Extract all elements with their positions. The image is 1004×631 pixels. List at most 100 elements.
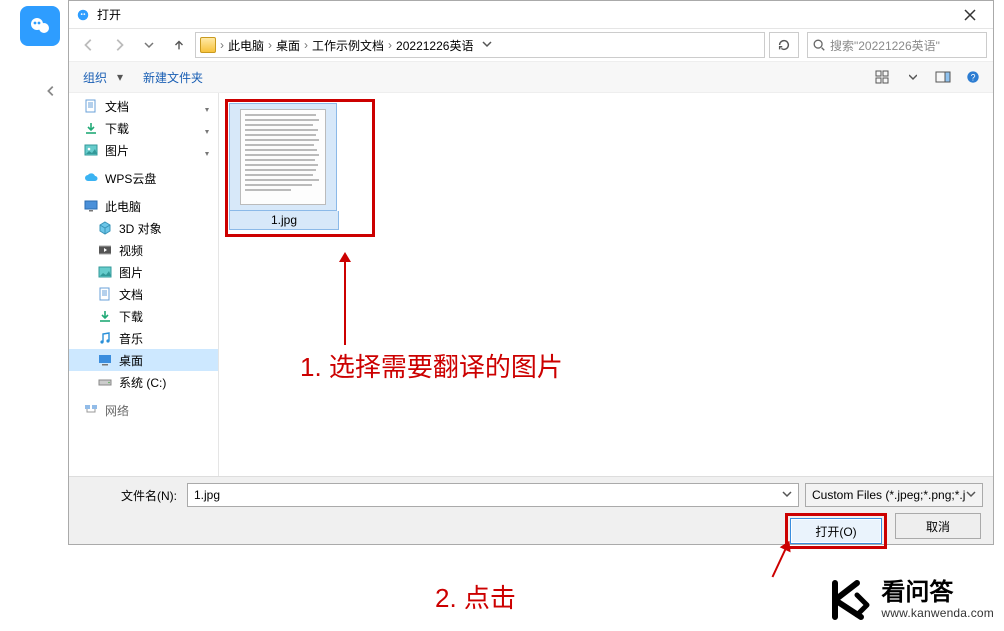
dialog-icon xyxy=(75,7,91,23)
annotation-highlight-open: 打开(O) xyxy=(785,513,887,549)
pictures-icon xyxy=(97,264,113,280)
download-icon xyxy=(83,120,99,136)
open-file-dialog: 打开 › 此电脑 › 桌面 › 工作示例文档 › 20221226英语 搜 xyxy=(68,0,994,545)
tree-item-music[interactable]: 音乐 xyxy=(69,327,218,349)
cloud-icon xyxy=(83,170,99,186)
breadcrumb-bar[interactable]: › 此电脑 › 桌面 › 工作示例文档 › 20221226英语 xyxy=(195,32,765,58)
preview-pane-button[interactable] xyxy=(929,65,957,89)
app-logo xyxy=(20,6,60,46)
tree-item-network[interactable]: 网络 xyxy=(69,399,218,421)
search-input[interactable]: 搜索"20221226英语" xyxy=(807,32,987,58)
pin-icon xyxy=(202,101,212,111)
new-folder-button[interactable]: 新建文件夹 xyxy=(135,65,211,90)
filename-label: 文件名(N): xyxy=(79,487,181,504)
dialog-toolbar: 组织 ▾ 新建文件夹 ? xyxy=(69,61,993,93)
tree-label: 文档 xyxy=(105,98,129,115)
nav-back-button[interactable] xyxy=(75,32,103,58)
tree-label: 网络 xyxy=(105,402,129,419)
chevron-down-icon xyxy=(966,488,976,502)
tree-item-documents-2[interactable]: 文档 xyxy=(69,283,218,305)
svg-text:?: ? xyxy=(971,73,976,83)
file-name-label: 1.jpg xyxy=(229,211,339,230)
breadcrumb-segment[interactable]: 20221226英语 xyxy=(396,37,473,54)
tree-item-pictures-2[interactable]: 图片 xyxy=(69,261,218,283)
nav-recent-dropdown[interactable] xyxy=(135,32,163,58)
tree-label: 图片 xyxy=(119,264,143,281)
download-icon xyxy=(97,308,113,324)
watermark-name-en: www.kanwenda.com xyxy=(881,607,994,620)
nav-up-button[interactable] xyxy=(165,32,193,58)
video-icon xyxy=(97,242,113,258)
annotation-step2: 2. 点击 xyxy=(435,578,516,615)
document-icon xyxy=(97,286,113,302)
filename-input[interactable]: 1.jpg xyxy=(187,483,799,507)
view-mode-button[interactable] xyxy=(869,65,897,89)
pin-icon xyxy=(202,123,212,133)
tree-item-this-pc[interactable]: 此电脑 xyxy=(69,195,218,217)
navigation-tree[interactable]: 文档 下载 图片 WPS云盘 此电脑 xyxy=(69,93,219,476)
document-icon xyxy=(83,98,99,114)
dialog-bottom-panel: 文件名(N): 1.jpg Custom Files (*.jpeg;*.png… xyxy=(69,476,993,544)
drive-icon xyxy=(97,374,113,390)
breadcrumb-dropdown[interactable] xyxy=(477,38,497,52)
tree-item-wps-cloud[interactable]: WPS云盘 xyxy=(69,167,218,189)
tree-item-pictures[interactable]: 图片 xyxy=(69,139,218,161)
tree-item-videos[interactable]: 视频 xyxy=(69,239,218,261)
chevron-right-icon: › xyxy=(220,38,224,52)
tree-label: 此电脑 xyxy=(105,198,141,215)
tree-item-desktop[interactable]: 桌面 xyxy=(69,349,218,371)
tree-label: 下载 xyxy=(119,308,143,325)
view-mode-dropdown[interactable] xyxy=(899,65,927,89)
breadcrumb-segment[interactable]: 桌面 xyxy=(276,37,300,54)
tree-label: 图片 xyxy=(105,142,129,159)
close-button[interactable] xyxy=(953,3,987,27)
tree-item-3d-objects[interactable]: 3D 对象 xyxy=(69,217,218,239)
refresh-button[interactable] xyxy=(769,32,799,58)
tree-label: 音乐 xyxy=(119,330,143,347)
help-button[interactable]: ? xyxy=(959,65,987,89)
file-thumbnail xyxy=(229,103,337,211)
address-row: › 此电脑 › 桌面 › 工作示例文档 › 20221226英语 搜索"2022… xyxy=(69,29,993,61)
tree-label: 文档 xyxy=(119,286,143,303)
dialog-titlebar: 打开 xyxy=(69,1,993,29)
tree-label: 下载 xyxy=(105,120,129,137)
pin-icon xyxy=(202,145,212,155)
tree-label: 3D 对象 xyxy=(119,220,162,237)
filter-text: Custom Files (*.jpeg;*.png;*.j xyxy=(812,488,965,502)
nav-forward-button[interactable] xyxy=(105,32,133,58)
tree-item-downloads[interactable]: 下载 xyxy=(69,117,218,139)
watermark-name-cn: 看问答 xyxy=(881,580,994,606)
pictures-icon xyxy=(83,142,99,158)
network-icon xyxy=(83,402,99,418)
annotation-arrow-2 xyxy=(772,548,787,578)
cancel-button[interactable]: 取消 xyxy=(895,513,981,539)
filename-value: 1.jpg xyxy=(194,488,220,502)
tree-item-documents[interactable]: 文档 xyxy=(69,95,218,117)
chevron-right-icon: › xyxy=(268,38,272,52)
tree-label: 系统 (C:) xyxy=(119,374,166,391)
tree-item-downloads-2[interactable]: 下载 xyxy=(69,305,218,327)
cube-icon xyxy=(97,220,113,236)
breadcrumb-segment[interactable]: 工作示例文档 xyxy=(312,37,384,54)
dialog-title: 打开 xyxy=(97,6,121,23)
pc-icon xyxy=(83,198,99,214)
watermark-logo-icon xyxy=(827,577,873,623)
organize-menu[interactable]: 组织 xyxy=(75,65,115,90)
folder-icon xyxy=(200,37,216,53)
breadcrumb-segment[interactable]: 此电脑 xyxy=(228,37,264,54)
tree-label: 桌面 xyxy=(119,352,143,369)
chevron-right-icon: › xyxy=(304,38,308,52)
tree-label: WPS云盘 xyxy=(105,170,156,187)
music-icon xyxy=(97,330,113,346)
watermark: 看问答 www.kanwenda.com xyxy=(827,577,994,623)
open-button[interactable]: 打开(O) xyxy=(790,518,882,544)
collapse-sidebar-icon[interactable] xyxy=(44,84,62,102)
search-placeholder: 搜索"20221226英语" xyxy=(830,37,940,54)
tree-item-drive-c[interactable]: 系统 (C:) xyxy=(69,371,218,393)
filename-history-dropdown[interactable] xyxy=(782,488,792,502)
desktop-icon xyxy=(97,352,113,368)
file-item[interactable]: 1.jpg xyxy=(229,103,339,230)
file-list-area[interactable]: 1.jpg xyxy=(219,93,993,476)
file-type-filter[interactable]: Custom Files (*.jpeg;*.png;*.j xyxy=(805,483,983,507)
chevron-right-icon: › xyxy=(388,38,392,52)
